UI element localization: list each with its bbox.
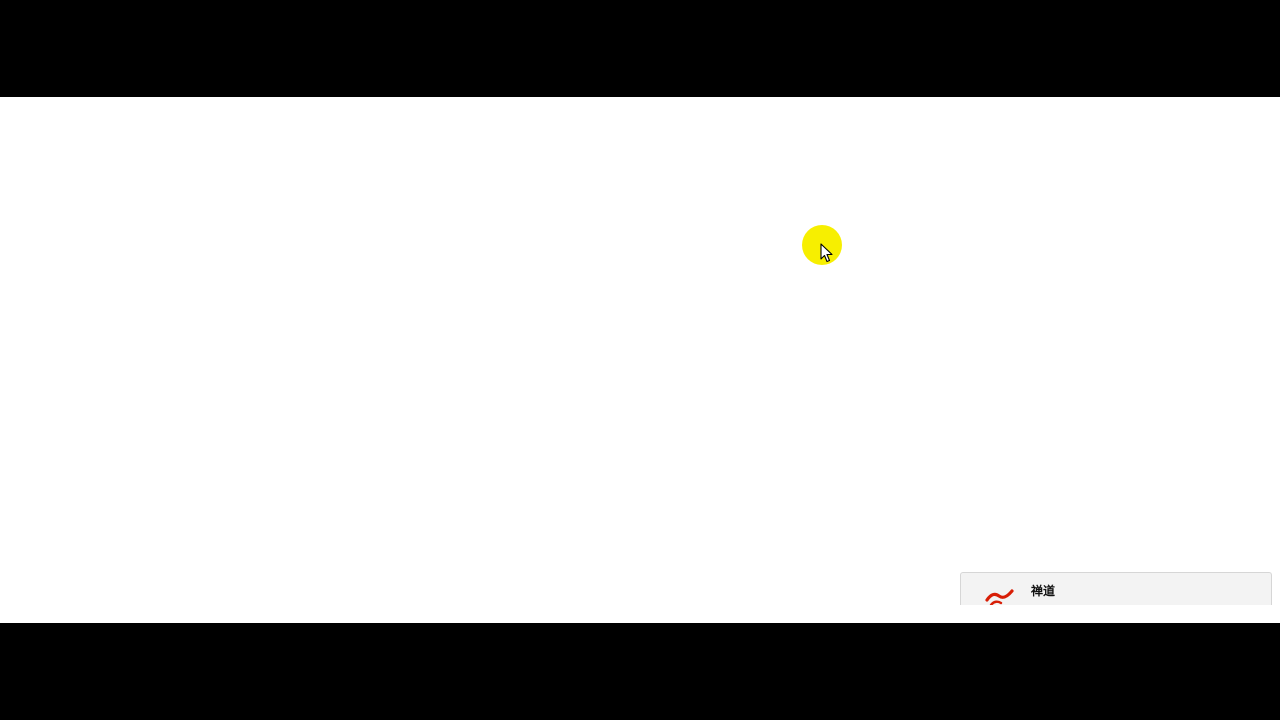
arrow-pointer-icon — [820, 243, 833, 263]
letterbox-top — [0, 0, 1280, 97]
blank-screen: 禅道 — [0, 97, 1280, 623]
notification-title: 禅道 — [1031, 584, 1056, 598]
zentao-logo-icon — [985, 589, 1014, 605]
letterbox-bottom — [0, 623, 1280, 720]
desktop-notification[interactable]: 禅道 — [960, 572, 1272, 605]
